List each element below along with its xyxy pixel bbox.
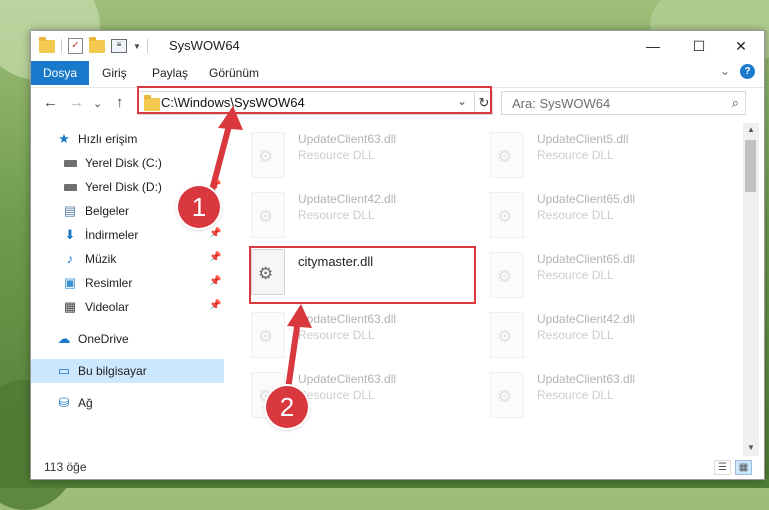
step-2-badge: 2 [266, 386, 308, 428]
step-1-badge: 1 [178, 186, 220, 228]
arrowhead-2 [287, 304, 312, 328]
annotation-arrows [207, 106, 312, 399]
arrowhead-1 [218, 106, 243, 130]
arrow-line-2 [284, 317, 301, 399]
arrow-line-1 [207, 119, 233, 201]
